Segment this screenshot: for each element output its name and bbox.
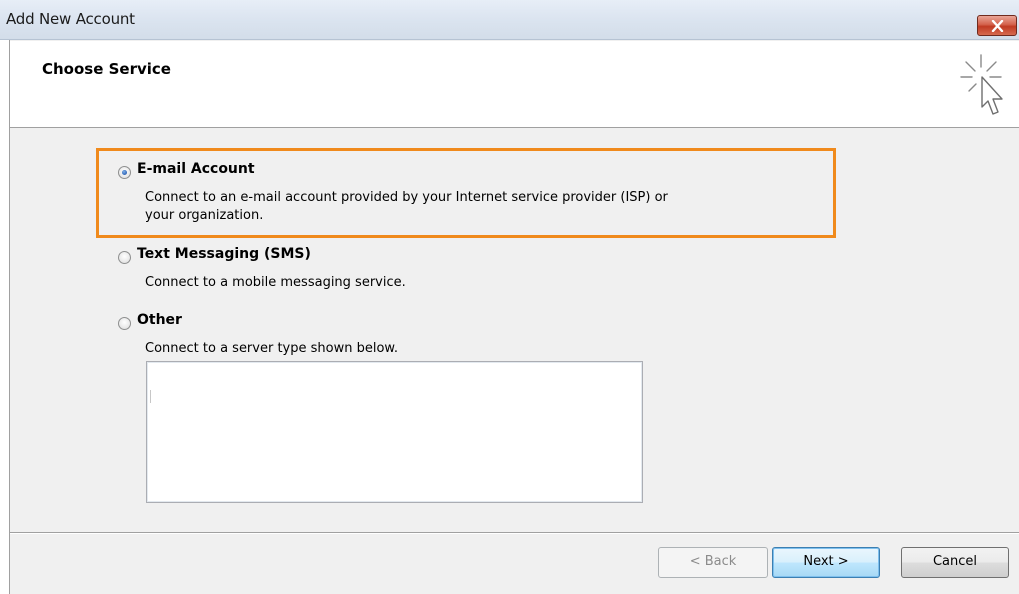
wizard-cursor-icon xyxy=(960,54,1003,115)
other-description: Connect to a server type shown below. xyxy=(145,341,398,356)
text-messaging-description: Connect to a mobile messaging service. xyxy=(145,275,406,290)
other-option[interactable]: Other Connect to a server type shown bel… xyxy=(118,312,618,358)
email-account-label: E-mail Account xyxy=(137,161,255,177)
close-icon xyxy=(991,20,1004,32)
cancel-button[interactable]: Cancel xyxy=(901,547,1009,578)
back-button[interactable]: < Back xyxy=(658,547,768,578)
left-frame-edge xyxy=(0,40,10,594)
list-focus-caret xyxy=(150,390,151,403)
text-messaging-label: Text Messaging (SMS) xyxy=(137,246,311,262)
text-messaging-option[interactable]: Text Messaging (SMS) Connect to a mobile… xyxy=(118,246,618,296)
next-button[interactable]: Next > xyxy=(772,547,880,578)
other-label: Other xyxy=(137,312,182,328)
footer-separator xyxy=(10,532,1019,534)
other-radio[interactable] xyxy=(118,317,131,330)
add-new-account-dialog: Add New Account Choose Service E-mail Ac… xyxy=(0,0,1019,594)
title-bar[interactable]: Add New Account xyxy=(0,0,1019,40)
text-messaging-radio[interactable] xyxy=(118,251,131,264)
email-account-description-line1: Connect to an e-mail account provided by… xyxy=(145,190,668,205)
wizard-header: Choose Service xyxy=(10,41,1019,128)
window-title: Add New Account xyxy=(6,10,135,28)
server-type-list[interactable] xyxy=(146,361,643,503)
page-title: Choose Service xyxy=(42,60,171,78)
close-button[interactable] xyxy=(977,15,1017,36)
email-account-option[interactable]: E-mail Account Connect to an e-mail acco… xyxy=(118,160,818,230)
email-account-description-line2: your organization. xyxy=(145,208,264,223)
email-account-radio[interactable] xyxy=(118,166,131,179)
